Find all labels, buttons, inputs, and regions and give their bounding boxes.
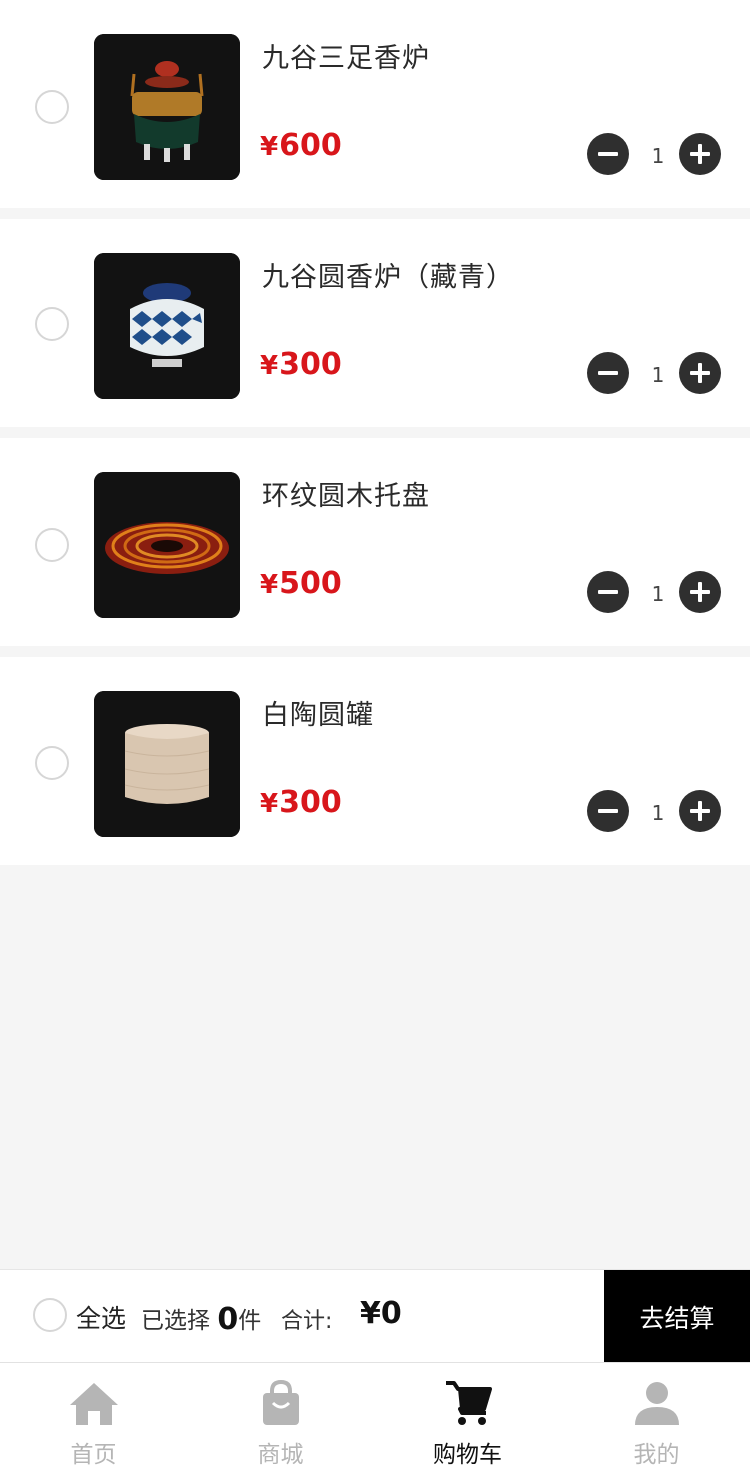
plus-icon-vertical <box>698 582 702 602</box>
minus-icon <box>598 152 618 156</box>
user-icon <box>631 1379 683 1427</box>
quantity-value: 1 <box>651 801 665 825</box>
plus-icon-vertical <box>698 144 702 164</box>
quantity-value: 1 <box>651 144 665 168</box>
ring-pattern-wood-tray-image <box>94 472 240 618</box>
plus-icon-vertical <box>698 801 702 821</box>
product-image[interactable] <box>94 34 240 180</box>
price-value: 300 <box>279 785 342 820</box>
select-all-label[interactable]: 全选 <box>76 1299 126 1335</box>
product-image[interactable] <box>94 472 240 618</box>
round-incense-burner-image <box>94 253 240 399</box>
home-icon <box>68 1379 120 1427</box>
cart-icon <box>442 1379 494 1427</box>
minus-icon <box>598 590 618 594</box>
product-name[interactable]: 环纹圆木托盘 <box>262 474 430 513</box>
total-label: 合计: <box>281 1309 333 1334</box>
total-value: ¥0 <box>360 1296 402 1331</box>
product-image[interactable] <box>94 691 240 837</box>
currency-symbol: ¥ <box>260 570 279 600</box>
product-name[interactable]: 白陶圆罐 <box>262 693 374 732</box>
minus-icon <box>598 809 618 813</box>
selected-prefix: 已选择 <box>141 1308 210 1334</box>
increase-quantity-button[interactable] <box>679 352 721 394</box>
product-price: ¥300 <box>260 785 342 820</box>
product-price: ¥300 <box>260 347 342 382</box>
item-select-checkbox[interactable] <box>35 90 69 124</box>
tab-label: 商城 <box>257 1442 304 1468</box>
selected-count: 已选择 0件 <box>141 1301 262 1337</box>
product-price: ¥600 <box>260 128 342 163</box>
selected-count-value: 0 <box>217 1302 239 1337</box>
incense-burner-tripod-image <box>94 34 240 180</box>
white-pottery-jar-image <box>94 691 240 837</box>
decrease-quantity-button[interactable] <box>587 790 629 832</box>
checkout-bar: 全选 已选择 0件 合计: ¥0 去结算 <box>0 1269 750 1363</box>
product-name[interactable]: 九谷圆香炉（藏青） <box>262 255 514 294</box>
price-value: 300 <box>279 347 342 382</box>
cart-item: 九谷三足香炉 ¥600 1 <box>0 0 750 208</box>
item-select-checkbox[interactable] <box>35 307 69 341</box>
product-image[interactable] <box>94 253 240 399</box>
select-all-checkbox[interactable] <box>33 1298 67 1332</box>
quantity-value: 1 <box>651 582 665 606</box>
cart-item: 环纹圆木托盘 ¥500 1 <box>0 438 750 646</box>
minus-icon <box>598 371 618 375</box>
product-price: ¥500 <box>260 566 342 601</box>
tab-mine[interactable]: 我的 <box>563 1363 750 1476</box>
cart-item: 九谷圆香炉（藏青） ¥300 1 <box>0 219 750 427</box>
increase-quantity-button[interactable] <box>679 133 721 175</box>
product-name[interactable]: 九谷三足香炉 <box>262 36 430 75</box>
checkout-button[interactable]: 去结算 <box>604 1270 750 1363</box>
tab-label: 购物车 <box>433 1442 502 1468</box>
cart-item: 白陶圆罐 ¥300 1 <box>0 657 750 865</box>
tab-mall[interactable]: 商城 <box>187 1363 374 1476</box>
increase-quantity-button[interactable] <box>679 571 721 613</box>
tab-home[interactable]: 首页 <box>0 1363 187 1476</box>
decrease-quantity-button[interactable] <box>587 352 629 394</box>
price-value: 500 <box>279 566 342 601</box>
item-select-checkbox[interactable] <box>35 528 69 562</box>
tab-cart[interactable]: 购物车 <box>374 1363 561 1476</box>
shopping-bag-icon <box>255 1379 307 1427</box>
price-value: 600 <box>279 128 342 163</box>
tab-label: 首页 <box>70 1442 117 1468</box>
increase-quantity-button[interactable] <box>679 790 721 832</box>
bottom-tab-bar: 首页 商城 购物车 我的 <box>0 1362 750 1476</box>
item-select-checkbox[interactable] <box>35 746 69 780</box>
plus-icon-vertical <box>698 363 702 383</box>
quantity-value: 1 <box>651 363 665 387</box>
tab-label: 我的 <box>633 1442 680 1468</box>
selected-suffix: 件 <box>238 1308 262 1334</box>
currency-symbol: ¥ <box>260 132 279 162</box>
decrease-quantity-button[interactable] <box>587 571 629 613</box>
currency-symbol: ¥ <box>260 351 279 381</box>
currency-symbol: ¥ <box>260 789 279 819</box>
decrease-quantity-button[interactable] <box>587 133 629 175</box>
